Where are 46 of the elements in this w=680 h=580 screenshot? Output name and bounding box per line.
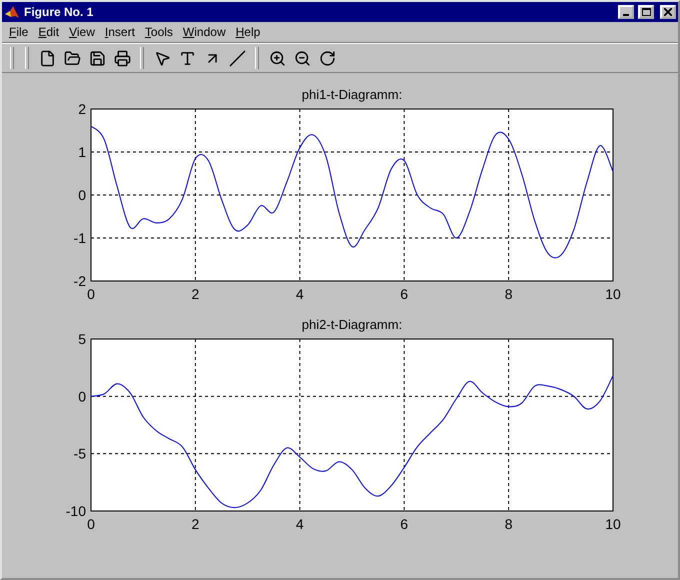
zoom-in-icon <box>268 50 286 66</box>
menu-item[interactable]: Edit <box>33 25 64 39</box>
y-tick-label: 1 <box>78 144 86 160</box>
x-tick-label: 2 <box>192 286 200 302</box>
menu-item[interactable]: File <box>4 25 34 39</box>
x-tick-label: 10 <box>605 516 621 532</box>
y-tick-label: -1 <box>74 230 86 246</box>
maximize-icon <box>642 8 650 16</box>
menu-item[interactable]: View <box>64 25 100 39</box>
rotate-icon <box>318 50 336 66</box>
x-tick-label: 8 <box>504 286 512 302</box>
menu-item[interactable]: Help <box>230 25 266 39</box>
zoom-out-icon <box>294 50 310 66</box>
chart-title: phi2-t-Diagramm: <box>302 317 402 332</box>
x-tick-label: 6 <box>400 516 408 532</box>
y-tick-label: -5 <box>74 446 86 462</box>
x-tick-label: 6 <box>400 286 408 302</box>
x-tick-label: 4 <box>296 516 304 532</box>
y-tick-label: 0 <box>78 187 86 203</box>
x-tick-label: 4 <box>296 286 304 302</box>
y-tick-label: -2 <box>74 273 86 289</box>
x-tick-label: 2 <box>192 516 200 532</box>
menu-item[interactable]: Insert <box>100 25 140 39</box>
y-tick-label: 2 <box>78 101 86 117</box>
menu-item[interactable]: Window <box>178 25 231 39</box>
maximize-button[interactable] <box>638 5 654 19</box>
x-tick-label: 0 <box>87 286 95 302</box>
printer-icon <box>114 50 130 66</box>
x-tick-label: 8 <box>504 516 512 532</box>
chart-title: phi1-t-Diagramm: <box>302 87 402 102</box>
new-file-icon <box>38 50 56 66</box>
window-title: Figure No. 1 <box>24 5 94 19</box>
text-letter-icon <box>178 50 196 66</box>
pointer-arrow-icon <box>154 50 170 66</box>
x-tick-label: 0 <box>87 516 95 532</box>
x-tick-label: 10 <box>605 286 621 302</box>
close-icon <box>664 8 672 16</box>
line-icon <box>228 50 246 66</box>
folder-icon <box>64 50 80 66</box>
y-tick-label: 5 <box>78 331 86 347</box>
menu-item[interactable]: Tools <box>140 25 178 39</box>
y-tick-label: -10 <box>66 503 86 519</box>
y-tick-label: 0 <box>78 388 86 404</box>
app-logo-icon <box>4 4 20 20</box>
minimize-button[interactable] <box>618 5 634 19</box>
close-button[interactable] <box>660 5 676 19</box>
